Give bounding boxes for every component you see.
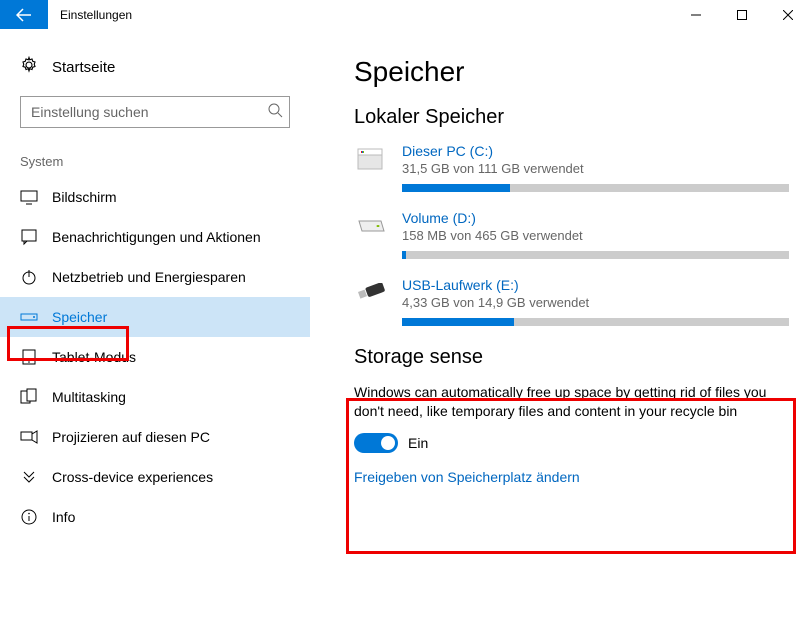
- toggle-label: Ein: [408, 435, 428, 451]
- storage-sense-toggle-row: Ein: [354, 433, 789, 453]
- sidebar-item-label: Speicher: [52, 309, 107, 325]
- sidebar-item-power[interactable]: Netzbetrieb und Energiesparen: [0, 257, 310, 297]
- close-button[interactable]: [765, 0, 811, 29]
- drive-bar: [402, 251, 789, 259]
- drive-usage: 4,33 GB von 14,9 GB verwendet: [402, 295, 789, 310]
- display-icon: [20, 188, 38, 206]
- cross-device-icon: [20, 468, 38, 486]
- sidebar-item-display[interactable]: Bildschirm: [0, 177, 310, 217]
- sidebar: Startseite System Bildschirm Benachricht…: [0, 30, 310, 619]
- sidebar-item-multitasking[interactable]: Multitasking: [0, 377, 310, 417]
- project-icon: [20, 428, 38, 446]
- drive-usage: 31,5 GB von 111 GB verwendet: [402, 161, 789, 176]
- multitasking-icon: [20, 388, 38, 406]
- power-icon: [20, 268, 38, 286]
- drive-c-icon: [354, 143, 388, 177]
- storage-sense-heading: Storage sense: [354, 346, 789, 369]
- drive-name: Dieser PC (C:): [402, 143, 789, 159]
- drive-e[interactable]: USB-Laufwerk (E:) 4,33 GB von 14,9 GB ve…: [354, 277, 789, 326]
- usb-icon: [354, 277, 388, 311]
- sidebar-item-label: Tablet-Modus: [52, 349, 136, 365]
- main-panel: Speicher Lokaler Speicher Dieser PC (C:)…: [310, 30, 811, 619]
- storage-sense-desc: Windows can automatically free up space …: [354, 383, 789, 421]
- storage-icon: [20, 308, 38, 326]
- change-storage-link[interactable]: Freigeben von Speicherplatz ändern: [354, 469, 580, 485]
- drive-c[interactable]: Dieser PC (C:) 31,5 GB von 111 GB verwen…: [354, 143, 789, 192]
- notification-icon: [20, 228, 38, 246]
- sidebar-item-label: Netzbetrieb und Energiesparen: [52, 269, 246, 285]
- sidebar-item-label: Info: [52, 509, 75, 525]
- drive-name: USB-Laufwerk (E:): [402, 277, 789, 293]
- drive-bar-fill: [402, 318, 514, 326]
- gear-icon: [20, 56, 38, 78]
- local-storage-heading: Lokaler Speicher: [354, 106, 789, 129]
- window-title: Einstellungen: [48, 0, 673, 29]
- page-title: Speicher: [354, 56, 789, 88]
- sidebar-item-tablet[interactable]: Tablet-Modus: [0, 337, 310, 377]
- titlebar: Einstellungen: [0, 0, 811, 30]
- drive-usage: 158 MB von 465 GB verwendet: [402, 228, 789, 243]
- sidebar-item-label: Benachrichtigungen und Aktionen: [52, 229, 261, 245]
- drive-bar: [402, 184, 789, 192]
- search-box[interactable]: [20, 96, 290, 128]
- sidebar-item-info[interactable]: Info: [0, 497, 310, 537]
- drive-bar-fill: [402, 184, 510, 192]
- content: Startseite System Bildschirm Benachricht…: [0, 30, 811, 619]
- sidebar-item-storage[interactable]: Speicher: [0, 297, 310, 337]
- sidebar-item-label: Bildschirm: [52, 189, 117, 205]
- search-wrap: [20, 96, 290, 128]
- home-button[interactable]: Startseite: [0, 50, 310, 96]
- back-button[interactable]: [0, 0, 48, 29]
- drive-bar: [402, 318, 789, 326]
- drive-bar-fill: [402, 251, 406, 259]
- drive-d[interactable]: Volume (D:) 158 MB von 465 GB verwendet: [354, 210, 789, 259]
- sidebar-item-label: Multitasking: [52, 389, 126, 405]
- sidebar-item-project[interactable]: Projizieren auf diesen PC: [0, 417, 310, 457]
- sidebar-item-notifications[interactable]: Benachrichtigungen und Aktionen: [0, 217, 310, 257]
- drive-name: Volume (D:): [402, 210, 789, 226]
- storage-sense-toggle[interactable]: [354, 433, 398, 453]
- tablet-icon: [20, 348, 38, 366]
- minimize-button[interactable]: [673, 0, 719, 29]
- sidebar-item-cross-device[interactable]: Cross-device experiences: [0, 457, 310, 497]
- drive-d-icon: [354, 210, 388, 244]
- search-input[interactable]: [31, 104, 267, 120]
- search-icon: [267, 102, 283, 123]
- sidebar-item-label: Cross-device experiences: [52, 469, 213, 485]
- info-icon: [20, 508, 38, 526]
- home-label: Startseite: [52, 59, 115, 76]
- maximize-button[interactable]: [719, 0, 765, 29]
- group-label: System: [0, 138, 310, 177]
- sidebar-item-label: Projizieren auf diesen PC: [52, 429, 210, 445]
